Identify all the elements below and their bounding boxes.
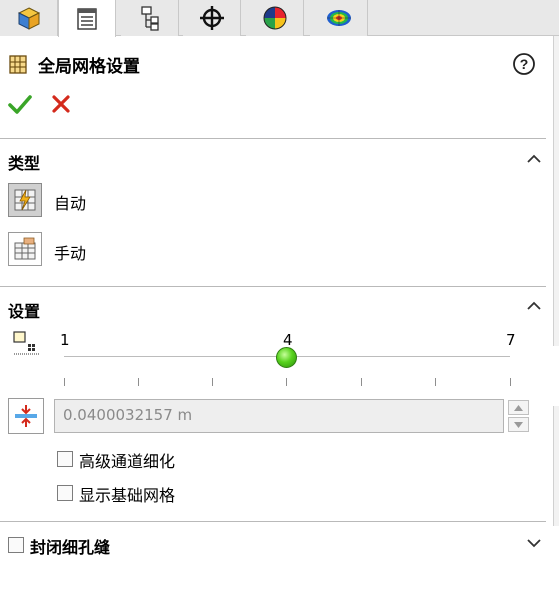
tab-property-manager[interactable]	[58, 0, 116, 37]
chevron-up-icon[interactable]	[526, 153, 542, 165]
part-cube-icon	[17, 7, 40, 30]
help-icon[interactable]: ?	[512, 52, 536, 76]
type-section-label: 类型	[8, 154, 41, 173]
type-manual-button[interactable]	[8, 232, 42, 266]
adjacent-pane-edge	[553, 406, 559, 526]
chevron-down-icon[interactable]	[526, 537, 542, 549]
property-list-icon	[77, 7, 97, 30]
configuration-icon	[140, 6, 159, 31]
minimum-gap-button[interactable]	[8, 398, 44, 434]
close-gaps-checkbox[interactable]	[8, 537, 24, 553]
panel-header: 全局网格设置	[8, 50, 140, 78]
appearance-sphere-icon	[263, 6, 286, 30]
close-gaps-label: 封闭细孔缝	[30, 538, 111, 557]
auto-mesh-icon	[14, 189, 36, 211]
tab-feature-manager[interactable]	[0, 0, 58, 36]
slider-tick	[510, 378, 511, 386]
show-basic-mesh-checkbox[interactable]	[57, 485, 73, 501]
manual-mesh-icon	[14, 237, 36, 260]
divider	[0, 521, 546, 522]
tab-configuration-manager[interactable]	[121, 0, 179, 36]
spin-down-icon	[514, 421, 523, 428]
checkmark-icon[interactable]	[8, 94, 32, 116]
slider-min-label: 1	[60, 331, 70, 349]
show-basic-mesh-label: 显示基础网格	[79, 486, 176, 505]
type-auto-label: 自动	[54, 194, 87, 213]
spin-up-button[interactable]	[508, 400, 529, 415]
divider	[0, 286, 546, 287]
slider-max-label: 7	[506, 331, 516, 349]
spin-up-icon	[514, 404, 523, 411]
panel-title: 全局网格设置	[38, 56, 140, 77]
close-x-icon[interactable]	[52, 95, 70, 113]
global-mesh-icon	[9, 55, 27, 74]
crosshair-icon	[199, 6, 224, 30]
mesh-results-icon	[326, 10, 351, 26]
mesh-level-icon	[13, 331, 39, 355]
spin-down-button[interactable]	[508, 417, 529, 432]
slider-tick	[138, 378, 139, 386]
minimum-gap-field[interactable]: 0.0400032157 m	[54, 399, 504, 433]
divider	[0, 138, 546, 139]
slider-tick	[212, 378, 213, 386]
settings-section-label: 设置	[8, 302, 41, 321]
minimum-gap-icon	[15, 405, 37, 427]
type-auto-button[interactable]	[8, 183, 42, 217]
type-manual-label: 手动	[54, 244, 87, 263]
adjacent-pane-edge	[553, 36, 559, 346]
manager-tab-bar	[0, 0, 559, 37]
svg-text:?: ?	[520, 56, 529, 72]
tab-simulation-manager[interactable]	[310, 0, 368, 36]
chevron-up-icon[interactable]	[526, 300, 542, 312]
slider-thumb[interactable]	[276, 347, 297, 368]
slider-tick	[435, 378, 436, 386]
tab-display-manager[interactable]	[246, 0, 304, 36]
slider-tick	[64, 378, 65, 386]
slider-tick	[361, 378, 362, 386]
advanced-channel-refinement-checkbox[interactable]	[57, 451, 73, 467]
slider-tick	[286, 378, 287, 386]
tab-dimxpert-manager[interactable]	[183, 0, 241, 36]
advanced-channel-refinement-label: 高级通道细化	[79, 452, 176, 471]
